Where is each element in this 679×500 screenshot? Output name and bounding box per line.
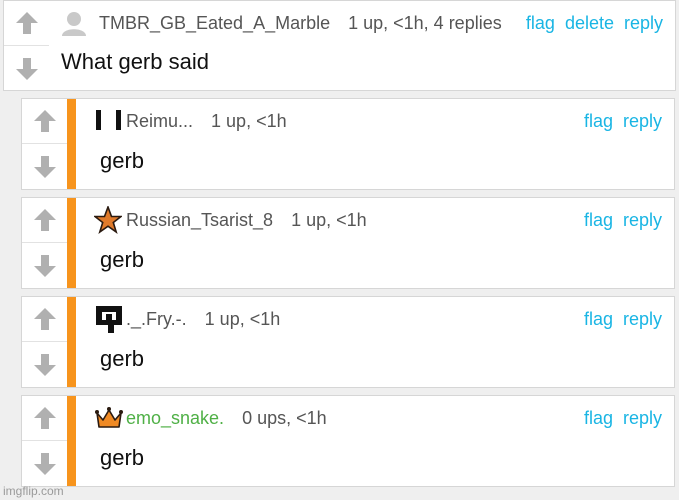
down-arrow-icon	[33, 452, 56, 475]
star-avatar[interactable]	[94, 206, 124, 234]
upvote-button[interactable]	[22, 297, 67, 342]
up-arrow-icon	[33, 308, 56, 330]
pixel-bars-avatar[interactable]	[94, 108, 124, 134]
thread-bar	[67, 99, 76, 189]
flag-link[interactable]: flag	[584, 210, 613, 231]
comment-text: What gerb said	[61, 49, 209, 74]
comment-text: gerb	[100, 346, 145, 371]
reply-link[interactable]: reply	[624, 13, 663, 34]
upvote-button[interactable]	[22, 99, 67, 144]
reply-link[interactable]: reply	[623, 111, 662, 132]
reply-comment: emo_snake. 0 ups, <1h flag reply gerb	[21, 395, 675, 487]
imgflip-watermark: imgflip.com	[3, 484, 64, 498]
up-arrow-icon	[33, 407, 56, 429]
reply-comment: Reimu... 1 up, <1h flag reply gerb	[21, 98, 675, 190]
parent-comment: TMBR_GB_Eated_A_Marble 1 up, <1h, 4 repl…	[3, 0, 676, 91]
vote-column	[4, 1, 49, 90]
reply-link[interactable]: reply	[623, 408, 662, 429]
comment-actions: flag delete reply	[516, 13, 663, 34]
comment-actions: flag reply	[574, 210, 662, 231]
default-user-avatar[interactable]	[61, 10, 91, 36]
reply-link[interactable]: reply	[623, 210, 662, 231]
down-arrow-icon	[33, 254, 56, 277]
vote-column	[22, 99, 67, 189]
downvote-button[interactable]	[22, 144, 67, 189]
reply-comment: ._.Fry.-. 1 up, <1h flag reply gerb	[21, 296, 675, 388]
upvote-button[interactable]	[22, 198, 67, 243]
comment-header: TMBR_GB_Eated_A_Marble 1 up, <1h, 4 repl…	[61, 10, 663, 36]
vote-column	[22, 198, 67, 288]
vote-column	[22, 396, 67, 486]
down-arrow-icon	[33, 353, 56, 376]
username-link[interactable]: Russian_Tsarist_8	[126, 210, 273, 231]
comment-meta: 1 up, <1h	[291, 209, 367, 230]
down-arrow-icon	[33, 155, 56, 178]
up-arrow-icon	[33, 209, 56, 231]
username-link[interactable]: ._.Fry.-.	[126, 309, 187, 330]
comment-meta: 1 up, <1h	[204, 308, 281, 329]
downvote-button[interactable]	[22, 342, 67, 387]
down-arrow-icon	[15, 57, 38, 80]
pixel-face-avatar[interactable]	[94, 306, 124, 333]
vote-column	[22, 297, 67, 387]
comment-actions: flag reply	[574, 309, 662, 330]
username-link[interactable]: emo_snake.	[126, 408, 224, 429]
comment-meta: 1 up, <1h, 4 replies	[348, 12, 502, 33]
upvote-button[interactable]	[22, 396, 67, 441]
comment-actions: flag reply	[574, 408, 662, 429]
thread-bar	[67, 198, 76, 288]
comment-text: gerb	[100, 148, 145, 173]
upvote-button[interactable]	[4, 1, 49, 46]
downvote-button[interactable]	[4, 46, 49, 91]
flag-link[interactable]: flag	[584, 408, 613, 429]
comment-actions: flag reply	[574, 111, 662, 132]
downvote-button[interactable]	[22, 243, 67, 288]
reply-link[interactable]: reply	[623, 309, 662, 330]
thread-bar	[67, 297, 76, 387]
crown-avatar[interactable]	[94, 405, 124, 431]
comment-meta: 1 up, <1h	[211, 110, 287, 131]
reply-comment: Russian_Tsarist_8 1 up, <1h flag reply g…	[21, 197, 675, 289]
comment-meta: 0 ups, <1h	[242, 407, 327, 428]
comment-text: gerb	[100, 247, 145, 272]
username-link[interactable]: TMBR_GB_Eated_A_Marble	[99, 13, 330, 34]
flag-link[interactable]: flag	[584, 111, 613, 132]
downvote-button[interactable]	[22, 441, 67, 486]
up-arrow-icon	[15, 12, 38, 34]
thread-bar	[67, 396, 76, 486]
comment-header: emo_snake. 0 ups, <1h flag reply	[94, 405, 662, 431]
up-arrow-icon	[33, 110, 56, 132]
username-link[interactable]: Reimu...	[126, 111, 193, 132]
comment-header: ._.Fry.-. 1 up, <1h flag reply	[94, 306, 662, 333]
flag-link[interactable]: flag	[584, 309, 613, 330]
comment-text: gerb	[100, 445, 145, 470]
flag-link[interactable]: flag	[526, 13, 555, 34]
comment-header: Reimu... 1 up, <1h flag reply	[94, 108, 662, 134]
comment-header: Russian_Tsarist_8 1 up, <1h flag reply	[94, 206, 662, 234]
delete-link[interactable]: delete	[565, 13, 614, 34]
